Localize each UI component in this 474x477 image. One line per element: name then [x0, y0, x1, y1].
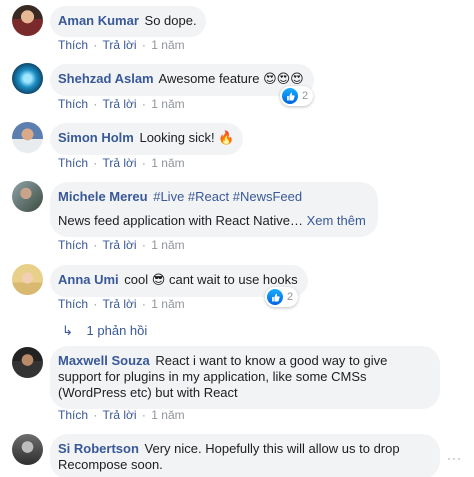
more-options-icon[interactable]: ···: [447, 451, 462, 465]
hashtag-link[interactable]: #React: [188, 189, 229, 204]
comment-bubble: Si Robertson Very nice. Hopefully this w…: [50, 434, 440, 477]
separator-dot: ·: [93, 238, 98, 252]
comment-actions: Thích · Trả lời · 1 năm: [58, 97, 185, 111]
comment-actions: Thích · Trả lời · 1 năm: [58, 408, 185, 422]
reaction-summary[interactable]: 2: [280, 86, 314, 106]
like-link[interactable]: Thích: [58, 408, 88, 422]
comment-text: Awesome feature: [158, 71, 260, 86]
comment-author[interactable]: Simon Holm: [58, 130, 134, 145]
comment-author[interactable]: Si Robertson: [58, 441, 139, 456]
comment-actions: Thích · Trả lời · 1 năm: [58, 156, 185, 170]
separator-dot: ·: [141, 97, 146, 111]
reaction-count: 2: [287, 291, 294, 303]
comment-time[interactable]: 1 năm: [151, 38, 184, 52]
see-more-link[interactable]: Xem thêm: [307, 213, 366, 228]
avatar[interactable]: [12, 434, 43, 465]
avatar[interactable]: [12, 63, 43, 94]
comment-actions: Thích · Trả lời · 1 năm: [58, 297, 185, 311]
reply-link[interactable]: Trả lời: [102, 97, 136, 111]
separator-dot: ·: [141, 156, 146, 170]
hashtag-link[interactable]: #NewsFeed: [233, 189, 302, 204]
comment-bubble: Simon Holm Looking sick! 🔥: [50, 123, 244, 155]
separator-dot: ·: [141, 38, 146, 52]
comment-author[interactable]: Aman Kumar: [58, 13, 139, 28]
comment-author[interactable]: Maxwell Souza: [58, 353, 150, 368]
avatar[interactable]: [12, 5, 43, 36]
reply-link[interactable]: Trả lời: [102, 38, 136, 52]
separator-dot: ·: [93, 38, 98, 52]
comment-bubble: Aman Kumar So dope.: [50, 6, 206, 37]
reaction-summary[interactable]: 2: [265, 287, 299, 307]
like-link[interactable]: Thích: [58, 38, 88, 52]
fire-emoji: 🔥: [218, 131, 235, 146]
reply-link[interactable]: Trả lời: [102, 297, 136, 311]
like-link[interactable]: Thích: [58, 97, 88, 111]
reply-link[interactable]: Trả lời: [102, 156, 136, 170]
comment-time[interactable]: 1 năm: [151, 238, 184, 252]
comment-author[interactable]: Anna Umi: [58, 272, 119, 287]
comment-bubble: Michele Mereu #Live #React #NewsFeed New…: [50, 182, 378, 237]
hashtag-link[interactable]: #Live: [153, 189, 184, 204]
avatar[interactable]: [12, 347, 43, 378]
avatar[interactable]: [12, 264, 43, 295]
separator-dot: ·: [141, 408, 146, 422]
heart-eyes-emoji: 😍😍😍: [263, 72, 304, 87]
comment-bubble: Maxwell Souza React i want to know a goo…: [50, 346, 440, 409]
sunglasses-emoji: 😎: [151, 273, 166, 288]
avatar[interactable]: [12, 122, 43, 153]
reply-arrow-icon: ↳: [62, 324, 73, 339]
comment-author[interactable]: Shehzad Aslam: [58, 71, 154, 86]
avatar[interactable]: [12, 181, 43, 212]
separator-dot: ·: [93, 97, 98, 111]
reaction-count: 2: [302, 90, 309, 102]
separator-dot: ·: [141, 297, 146, 311]
like-icon: [267, 289, 283, 305]
reply-link[interactable]: Trả lời: [102, 238, 136, 252]
comment-text: cant wait to use hooks: [168, 272, 298, 287]
separator-dot: ·: [93, 297, 98, 311]
comment-text: Looking sick!: [139, 130, 215, 145]
comment-time[interactable]: 1 năm: [151, 156, 184, 170]
comment-time[interactable]: 1 năm: [151, 97, 184, 111]
comment-text: So dope.: [144, 13, 197, 28]
separator-dot: ·: [93, 156, 98, 170]
comment-bubble: Shehzad Aslam Awesome feature 😍😍😍: [50, 64, 314, 96]
comment-text: cool: [124, 272, 149, 287]
like-link[interactable]: Thích: [58, 238, 88, 252]
comment-actions: Thích · Trả lời · 1 năm: [58, 38, 185, 52]
like-link[interactable]: Thích: [58, 156, 88, 170]
comment-time[interactable]: 1 năm: [151, 297, 184, 311]
comment-text: News feed application with React Native…: [58, 213, 303, 228]
separator-dot: ·: [93, 408, 98, 422]
comment-author[interactable]: Michele Mereu: [58, 189, 148, 204]
replies-count: 1 phản hồi: [86, 323, 148, 338]
view-replies-link[interactable]: ↳ 1 phản hồi: [62, 323, 147, 339]
reply-link[interactable]: Trả lời: [102, 408, 136, 422]
like-link[interactable]: Thích: [58, 297, 88, 311]
separator-dot: ·: [141, 238, 146, 252]
like-icon: [282, 88, 298, 104]
comment-time[interactable]: 1 năm: [151, 408, 184, 422]
comment-actions: Thích · Trả lời · 1 năm: [58, 238, 185, 252]
